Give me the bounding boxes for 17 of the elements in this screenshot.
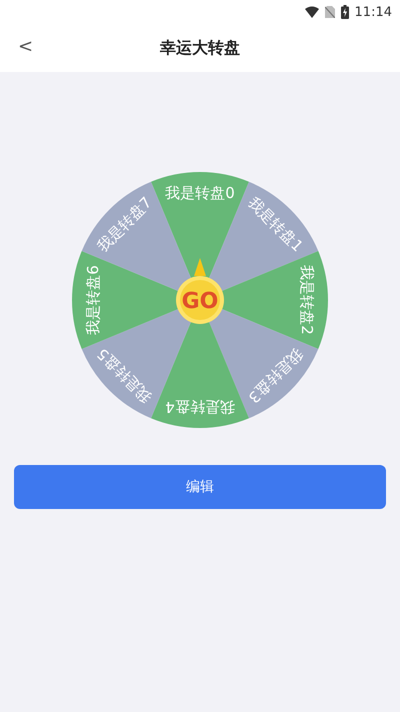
back-button[interactable]: < — [14, 36, 38, 57]
pointer-icon — [194, 258, 206, 276]
segment-label: 我是转盘6 — [84, 265, 102, 335]
no-sim-icon — [324, 6, 335, 18]
go-button[interactable]: GO — [176, 276, 224, 324]
segment-label: 我是转盘4 — [165, 398, 235, 416]
segment-label: 我是转盘5 — [93, 344, 156, 407]
segment-label: 我是转盘0 — [165, 184, 235, 202]
wifi-icon — [304, 6, 319, 18]
status-time: 11:14 — [354, 4, 392, 20]
page-title: 幸运大转盘 — [160, 38, 240, 58]
segment-label: 我是转盘2 — [298, 265, 316, 335]
edit-button[interactable]: 编辑 — [14, 465, 386, 509]
segment-label: 我是转盘3 — [244, 344, 307, 407]
battery-icon — [340, 5, 349, 19]
segment-label: 我是转盘7 — [93, 193, 156, 256]
segment-label: 我是转盘1 — [244, 193, 307, 256]
